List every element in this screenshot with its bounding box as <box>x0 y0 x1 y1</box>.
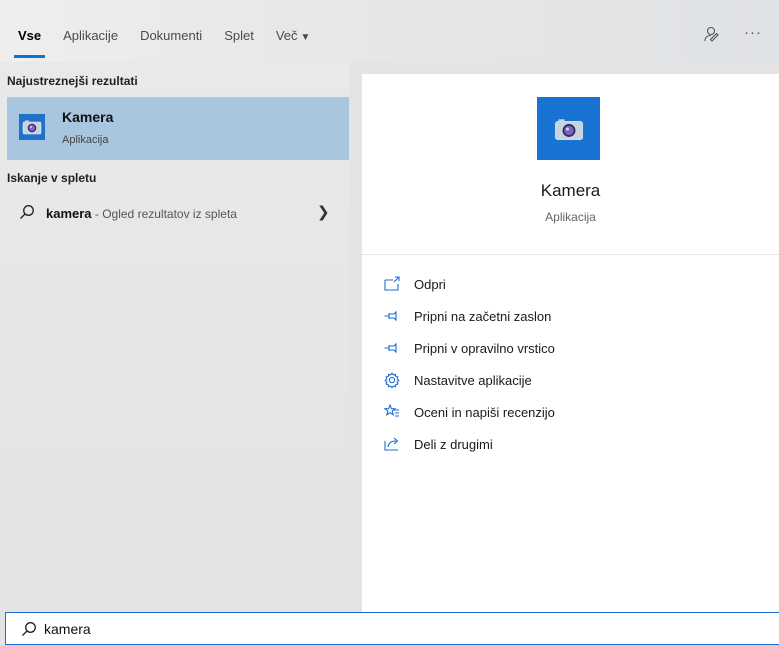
web-search-query: kamera <box>46 206 92 221</box>
pin-icon <box>384 342 397 354</box>
camera-icon <box>19 114 45 140</box>
tab-all-label: Vse <box>18 28 42 43</box>
search-icon <box>20 205 34 219</box>
tab-more[interactable]: Več ▼ <box>276 28 311 43</box>
action-pin-taskbar-label: Pripni v opravilno vrstico <box>414 341 555 356</box>
action-open[interactable]: Odpri <box>384 274 684 306</box>
search-icon <box>22 622 36 636</box>
tab-web-label: Splet <box>224 28 254 43</box>
action-app-settings-label: Nastavitve aplikacije <box>414 373 532 388</box>
caret-down-icon: ▼ <box>300 32 311 43</box>
camera-icon <box>537 97 600 160</box>
feedback-icon[interactable] <box>702 25 720 47</box>
tab-more-label: Več <box>275 28 298 43</box>
open-icon <box>384 276 400 291</box>
best-match-title: Kamera <box>62 109 114 125</box>
action-app-settings[interactable]: Nastavitve aplikacije <box>384 370 684 402</box>
results-pane: Najustreznejši rezultati Kamera Aplikaci… <box>0 62 349 612</box>
action-list: Odpri Pripni na začetni zaslon Pripni v … <box>384 274 684 466</box>
action-share-label: Deli z drugimi <box>414 437 493 452</box>
tab-all[interactable]: Vse <box>13 28 46 58</box>
preview-pane: Kamera Aplikacija Odpri Pripni na začetn… <box>362 74 779 612</box>
best-match-result[interactable]: Kamera Aplikacija <box>7 97 349 160</box>
tab-apps-label: Aplikacije <box>63 28 119 43</box>
more-options-icon[interactable]: ··· <box>744 24 762 41</box>
search-filter-bar: Vse Aplikacije Dokumenti Splet Več ▼ ··· <box>0 0 779 62</box>
search-box <box>5 612 779 645</box>
tab-apps[interactable]: Aplikacije <box>63 28 118 43</box>
chevron-right-icon[interactable]: ❯ <box>317 203 330 221</box>
pin-icon <box>384 310 397 322</box>
filter-tabs: Vse Aplikacije Dokumenti Splet Več ▼ <box>13 28 332 58</box>
share-icon <box>384 437 399 451</box>
action-open-label: Odpri <box>414 277 446 292</box>
action-pin-taskbar[interactable]: Pripni v opravilno vrstico <box>384 338 684 370</box>
action-rate-review-label: Oceni in napiši recenzijo <box>414 405 555 420</box>
action-share[interactable]: Deli z drugimi <box>384 434 684 466</box>
gear-icon <box>384 372 400 388</box>
action-pin-start-label: Pripni na začetni zaslon <box>414 309 552 324</box>
action-pin-start[interactable]: Pripni na začetni zaslon <box>384 306 684 338</box>
web-search-result[interactable]: kamera - Ogled rezultatov iz spleta ❯ <box>0 200 349 226</box>
rate-review-icon <box>384 404 399 417</box>
web-search-header: Iskanje v spletu <box>7 171 97 185</box>
best-match-subtitle: Aplikacija <box>62 134 109 146</box>
preview-subtitle: Aplikacija <box>545 210 596 224</box>
tab-documents-label: Dokumenti <box>140 28 203 43</box>
preview-title: Kamera <box>540 181 601 200</box>
best-match-header: Najustreznejši rezultati <box>7 74 138 88</box>
search-input[interactable] <box>44 617 444 641</box>
tab-web[interactable]: Splet <box>224 28 254 43</box>
tab-documents[interactable]: Dokumenti <box>140 28 202 43</box>
web-search-text: kamera - Ogled rezultatov iz spleta <box>46 206 237 221</box>
preview-header: Kamera Aplikacija <box>362 74 779 255</box>
web-search-suffix: - Ogled rezultatov iz spleta <box>91 207 237 221</box>
action-rate-review[interactable]: Oceni in napiši recenzijo <box>384 402 684 434</box>
